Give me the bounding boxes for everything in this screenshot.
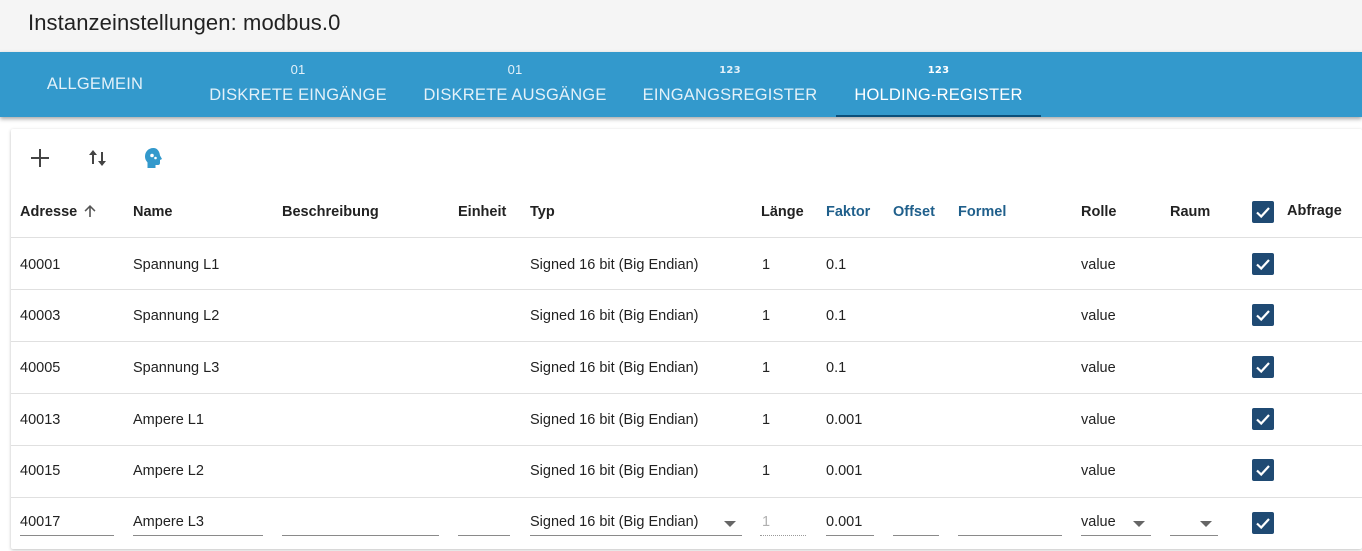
address-input[interactable]: 40017 — [20, 510, 114, 536]
tab-discrete-outputs[interactable]: 01 DISKRETE AUSGÄNGE — [412, 52, 618, 117]
cell-length: 1 — [762, 360, 771, 376]
cell-address: 40003 — [20, 308, 61, 324]
cell-factor: 0.001 — [826, 463, 863, 479]
title-bar: Instanzeinstellungen: modbus.0 — [0, 0, 1362, 52]
column-header-poll[interactable]: Abfrage — [1287, 203, 1342, 219]
tab-holding-registers-label: HOLDING-REGISTER — [854, 86, 1023, 104]
cell-type: Signed 16 bit (Big Endian) — [530, 257, 699, 273]
cell-factor: 0.001 — [826, 412, 863, 428]
cell-address: 40001 — [20, 257, 61, 273]
chevron-down-icon — [1200, 521, 1212, 527]
cell-role: value — [1081, 257, 1116, 273]
column-header-type[interactable]: Typ — [530, 204, 555, 220]
cell-type: Signed 16 bit (Big Endian) — [530, 308, 699, 324]
page-title: Instanzeinstellungen: modbus.0 — [28, 10, 341, 35]
role-select[interactable]: value — [1081, 510, 1151, 536]
chevron-down-icon — [1133, 521, 1145, 527]
agent-button[interactable] — [138, 143, 168, 173]
table-row[interactable]: 40015 Ampere L2 Signed 16 bit (Big Endia… — [11, 446, 1362, 498]
cell-factor: 0.1 — [826, 308, 847, 324]
table-row[interactable]: 40013 Ampere L1 Signed 16 bit (Big Endia… — [11, 394, 1362, 446]
cell-name: Ampere L1 — [133, 412, 204, 428]
poll-all-checkbox[interactable] — [1252, 201, 1274, 223]
add-register-button[interactable] — [25, 143, 55, 173]
cell-address: 40015 — [20, 463, 61, 479]
binary-icon: 01 — [507, 62, 523, 77]
column-header-role[interactable]: Rolle — [1081, 204, 1116, 220]
column-header-room[interactable]: Raum — [1170, 204, 1210, 220]
length-input: 1 — [760, 510, 806, 536]
cell-name: Spannung L3 — [133, 360, 220, 376]
tab-input-registers[interactable]: 123 EINGANGSREGISTER — [632, 52, 828, 117]
cell-name: Spannung L2 — [133, 308, 220, 324]
column-header-description[interactable]: Beschreibung — [282, 204, 379, 220]
room-select[interactable] — [1170, 510, 1218, 536]
chevron-down-icon — [724, 521, 736, 527]
column-header-unit[interactable]: Einheit — [458, 204, 506, 220]
column-header-length[interactable]: Länge — [761, 204, 804, 220]
cell-name: Spannung L1 — [133, 257, 220, 273]
offset-input[interactable] — [893, 510, 939, 536]
cell-address: 40005 — [20, 360, 61, 376]
unit-input[interactable] — [458, 510, 510, 536]
cell-role: value — [1081, 412, 1116, 428]
tab-input-registers-label: EINGANGSREGISTER — [642, 86, 818, 104]
cell-length: 1 — [762, 257, 771, 273]
cell-role: value — [1081, 308, 1116, 324]
table-header: Adresse Name Beschreibung Einheit Typ Lä… — [11, 187, 1362, 238]
cell-address: 40013 — [20, 412, 61, 428]
column-header-formula[interactable]: Formel — [958, 204, 1006, 220]
head-profile-icon — [145, 148, 162, 168]
formula-input[interactable] — [958, 510, 1062, 536]
table-row[interactable]: 40005 Spannung L3 Signed 16 bit (Big End… — [11, 342, 1362, 394]
poll-checkbox[interactable] — [1252, 253, 1274, 275]
description-input[interactable] — [282, 510, 439, 536]
cell-name: Ampere L2 — [133, 463, 204, 479]
tab-discrete-inputs[interactable]: 01 DISKRETE EINGÄNGE — [198, 52, 398, 117]
plus-icon — [31, 149, 49, 167]
tab-bar: ALLGEMEIN 01 DISKRETE EINGÄNGE 01 DISKRE… — [0, 52, 1362, 117]
tab-general[interactable]: ALLGEMEIN — [28, 52, 162, 117]
table-row[interactable]: 40001 Spannung L1 Signed 16 bit (Big End… — [11, 238, 1362, 290]
table-row[interactable]: 40003 Spannung L2 Signed 16 bit (Big End… — [11, 290, 1362, 342]
arrow-up-icon — [84, 205, 96, 217]
factor-input[interactable]: 0.001 — [826, 510, 874, 536]
column-header-name[interactable]: Name — [133, 204, 173, 220]
poll-checkbox[interactable] — [1252, 356, 1274, 378]
cell-length: 1 — [762, 308, 771, 324]
cell-type: Signed 16 bit (Big Endian) — [530, 412, 699, 428]
cell-length: 1 — [762, 463, 771, 479]
column-header-factor[interactable]: Faktor — [826, 204, 870, 220]
binary-icon: 01 — [290, 62, 306, 77]
tab-discrete-outputs-label: DISKRETE AUSGÄNGE — [423, 86, 607, 104]
cell-factor: 0.1 — [826, 257, 847, 273]
type-select[interactable]: Signed 16 bit (Big Endian) — [530, 510, 742, 536]
cell-role: value — [1081, 463, 1116, 479]
cell-role: value — [1081, 360, 1116, 376]
numeric-icon: 123 — [927, 65, 950, 76]
poll-checkbox[interactable] — [1252, 304, 1274, 326]
import-export-button[interactable] — [83, 143, 113, 173]
edit-row[interactable]: 40017 Ampere L3 Signed 16 bit (Big Endia… — [11, 498, 1362, 550]
poll-checkbox[interactable] — [1252, 408, 1274, 430]
poll-checkbox[interactable] — [1252, 459, 1274, 481]
numeric-icon: 123 — [719, 65, 741, 76]
swap-vertical-icon — [89, 150, 106, 166]
column-header-address[interactable]: Adresse — [20, 204, 97, 220]
cell-factor: 0.1 — [826, 360, 847, 376]
register-panel: Adresse Name Beschreibung Einheit Typ Lä… — [11, 129, 1362, 549]
poll-checkbox[interactable] — [1252, 512, 1274, 534]
tab-general-label: ALLGEMEIN — [46, 75, 144, 93]
tab-discrete-inputs-label: DISKRETE EINGÄNGE — [209, 86, 387, 104]
column-header-offset[interactable]: Offset — [893, 204, 935, 220]
cell-type: Signed 16 bit (Big Endian) — [530, 463, 699, 479]
tab-holding-registers[interactable]: 123 HOLDING-REGISTER — [836, 52, 1041, 117]
name-input[interactable]: Ampere L3 — [133, 510, 263, 536]
cell-type: Signed 16 bit (Big Endian) — [530, 360, 699, 376]
cell-length: 1 — [762, 412, 771, 428]
active-tab-indicator — [836, 115, 1041, 117]
